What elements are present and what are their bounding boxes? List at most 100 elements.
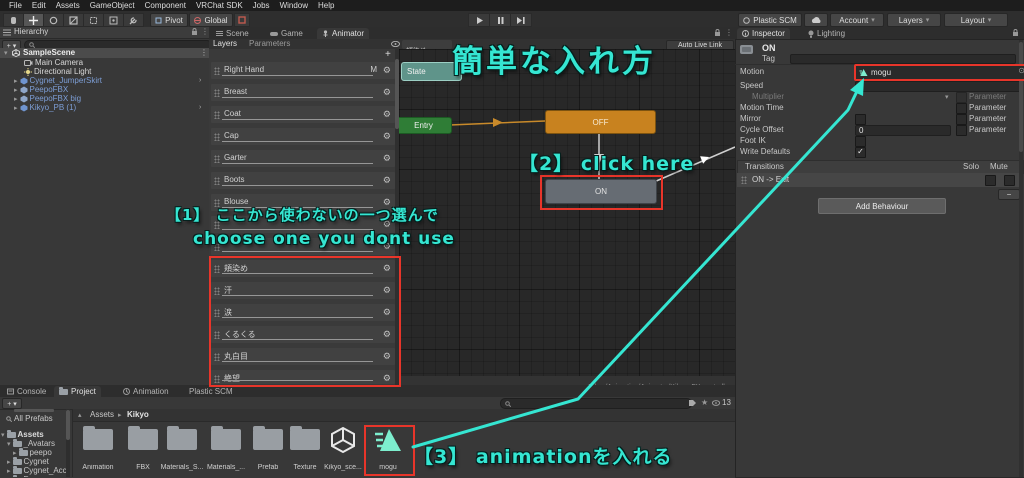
snap-tool-button[interactable] <box>234 13 250 27</box>
layer-weight-slider[interactable] <box>222 273 373 274</box>
drag-handle[interactable] <box>214 309 220 317</box>
account-dropdown[interactable]: Account ▾ <box>830 13 884 27</box>
layer-row-garter[interactable]: Garter ⚙ <box>211 150 395 167</box>
eye-icon[interactable] <box>391 41 400 47</box>
hierarchy-item-peepofbx-big[interactable]: ▸ PeepoFBX big <box>14 94 81 103</box>
play-button[interactable] <box>468 13 490 27</box>
breadcrumb-assets[interactable]: Assets <box>90 410 114 420</box>
kebab-menu-icon[interactable]: ⋮ <box>725 28 733 38</box>
gear-icon[interactable]: ⚙ <box>383 87 391 97</box>
multiplier-parameter-checkbox[interactable] <box>956 92 967 103</box>
collapse-icon[interactable]: ▴ <box>78 411 82 419</box>
caret-right-icon[interactable]: ▸ <box>14 86 18 94</box>
layer-weight-slider[interactable] <box>222 119 373 120</box>
gear-icon[interactable]: ⚙ <box>383 175 391 185</box>
write-defaults-checkbox[interactable]: ✓ <box>855 147 866 158</box>
layer-row-boots[interactable]: Boots ⚙ <box>211 172 395 189</box>
gear-icon[interactable]: ⚙ <box>383 131 391 141</box>
drag-handle[interactable] <box>214 133 220 141</box>
layer-row-right-hand[interactable]: Right Hand M ⚙ <box>211 62 395 79</box>
solo-checkbox[interactable] <box>985 175 996 186</box>
project-add-button[interactable]: + ▾ <box>2 398 22 409</box>
tab-game[interactable]: Game <box>265 28 308 39</box>
hierarchy-item-peepofbx[interactable]: ▸ PeepoFBX <box>14 85 68 94</box>
layout-dropdown[interactable]: Layout ▾ <box>944 13 1008 27</box>
hierarchy-item-main-camera[interactable]: Main Camera <box>24 58 83 67</box>
caret-right-icon[interactable]: ▸ <box>14 77 18 85</box>
off-node[interactable]: OFF <box>545 110 656 134</box>
drag-handle[interactable] <box>214 111 220 119</box>
plastic-scm-button[interactable]: Plastic SCM <box>738 13 802 27</box>
speed-field[interactable]: 1 <box>855 81 1023 92</box>
layer-row-breast[interactable]: Breast ⚙ <box>211 84 395 101</box>
tag-field[interactable] <box>790 54 1016 64</box>
add-behaviour-button[interactable]: Add Behaviour <box>818 198 946 214</box>
star-icon[interactable]: ★ <box>701 398 708 407</box>
tab-animation[interactable]: Animation <box>118 386 174 397</box>
layer-weight-slider[interactable] <box>222 317 373 318</box>
hierarchy-item-directional-light[interactable]: Directional Light <box>24 67 91 76</box>
caret-right-icon[interactable]: ▸ <box>14 104 18 112</box>
pause-button[interactable] <box>489 13 511 27</box>
drag-handle[interactable] <box>214 287 220 295</box>
drag-handle[interactable] <box>741 176 747 184</box>
tab-inspector[interactable]: Inspector <box>737 28 790 39</box>
gear-icon[interactable]: ⚙ <box>383 153 391 163</box>
mirror-checkbox[interactable] <box>855 114 866 125</box>
cloud-button[interactable] <box>804 13 828 27</box>
menu-assets[interactable]: Assets <box>51 1 85 11</box>
tab-project[interactable]: Project <box>54 386 101 397</box>
motion-time-parameter-checkbox[interactable] <box>956 103 967 114</box>
prefab-open-arrow[interactable]: › <box>199 77 201 84</box>
menu-window[interactable]: Window <box>275 1 313 11</box>
caret-right-icon[interactable]: ▸ <box>7 458 11 466</box>
gear-icon[interactable]: ⚙ <box>383 263 391 273</box>
gear-icon[interactable]: ⚙ <box>383 65 391 75</box>
caret-right-icon[interactable]: ▸ <box>14 95 18 103</box>
tree-item-all-prefabs[interactable]: All Prefabs <box>6 414 53 423</box>
layer-row-namida[interactable]: 涙 ⚙ <box>211 304 395 321</box>
motion-field[interactable]: mogu ⊙ <box>854 64 1024 81</box>
lock-icon[interactable] <box>1012 29 1019 37</box>
menu-file[interactable]: File <box>4 1 27 11</box>
layer-row-ase[interactable]: 汗 ⚙ <box>211 282 395 299</box>
rect-tool-button[interactable] <box>83 13 104 27</box>
tab-layers[interactable]: Layers <box>213 39 237 49</box>
layer-row-coat[interactable]: Coat ⚙ <box>211 106 395 123</box>
object-picker-icon[interactable]: ⊙ <box>1018 66 1024 75</box>
kebab-menu-icon[interactable]: ⋮ <box>200 48 208 58</box>
graph-breadcrumb-tab[interactable]: 頬染め <box>402 40 452 55</box>
gear-icon[interactable]: ⚙ <box>383 329 391 339</box>
layer-weight-slider[interactable] <box>222 185 373 186</box>
drag-handle[interactable] <box>214 331 220 339</box>
gear-icon[interactable]: ⚙ <box>383 285 391 295</box>
tree-item-cygnet-acc[interactable]: ▸ Cygnet_Acc <box>7 465 67 475</box>
tree-item-avatars[interactable]: ▾ _Avatars <box>7 438 55 448</box>
menu-component[interactable]: Component <box>140 1 191 11</box>
foot-ik-checkbox[interactable] <box>855 136 866 147</box>
project-tree-scrollbar[interactable] <box>66 409 70 477</box>
drag-handle[interactable] <box>214 155 220 163</box>
caret-down-icon[interactable]: ▾ <box>1 431 5 439</box>
gear-icon[interactable]: ⚙ <box>383 307 391 317</box>
menu-edit[interactable]: Edit <box>27 1 51 11</box>
hidden-count-icon[interactable] <box>712 400 720 406</box>
global-toggle[interactable]: Global <box>189 13 233 27</box>
mute-checkbox[interactable] <box>1004 175 1015 186</box>
chevron-down-icon[interactable]: ▾ <box>945 93 949 101</box>
pivot-toggle[interactable]: Pivot <box>150 13 188 27</box>
project-item-mogu[interactable]: mogu <box>366 423 410 473</box>
remove-transition-button[interactable]: − <box>998 189 1020 200</box>
caret-right-icon[interactable]: ▸ <box>7 467 11 475</box>
drag-handle[interactable] <box>214 265 220 273</box>
entry-node[interactable]: Entry <box>399 117 452 134</box>
caret-down-icon[interactable]: ▾ <box>7 440 11 448</box>
rotate-tool-button[interactable] <box>43 13 64 27</box>
drag-handle[interactable] <box>214 67 220 75</box>
tree-item-peepo[interactable]: ▸ peepo <box>13 447 52 457</box>
project-item-animation[interactable]: Animation <box>76 423 120 473</box>
drag-handle[interactable] <box>214 89 220 97</box>
tree-item-assets[interactable]: ▾ Assets <box>1 429 44 439</box>
animator-graph[interactable]: State Entry OFF ON Kikyo/Animation/Anima… <box>399 49 735 385</box>
add-layer-button[interactable]: + <box>385 50 391 60</box>
